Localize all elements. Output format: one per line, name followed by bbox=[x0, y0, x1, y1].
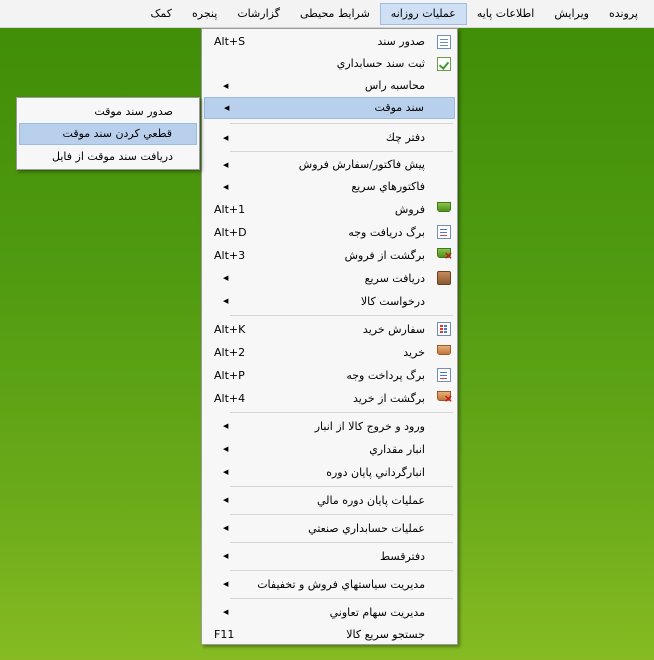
menubar: پرونده ویرایش اطلاعات پایه عملیات روزانه… bbox=[0, 0, 654, 28]
menu-separator bbox=[230, 542, 453, 543]
submenu-arrow-icon: ◀ bbox=[223, 134, 229, 142]
menu-item-cooperative-shares[interactable]: مديريت سهام تعاوني ◀ bbox=[204, 601, 455, 624]
menu-item-receipt-form[interactable]: برگ دريافت وجه Alt+D bbox=[204, 221, 455, 244]
submenu-arrow-icon: ◀ bbox=[223, 183, 229, 191]
menu-separator bbox=[230, 151, 453, 152]
menu-item-goods-request[interactable]: درخواست کالا ◀ bbox=[204, 290, 455, 313]
temporary-voucher-submenu: صدور سند موقت قطعي كردن سند موقت دريافت … bbox=[16, 97, 200, 170]
menu-item-sales[interactable]: فروش Alt+1 bbox=[204, 198, 455, 221]
menu-separator bbox=[230, 514, 453, 515]
menubar-item-window[interactable]: پنجره bbox=[182, 3, 227, 25]
menubar-item-daily-operations[interactable]: عملیات روزانه bbox=[379, 2, 467, 25]
menu-item-purchase[interactable]: خريد Alt+2 bbox=[204, 341, 455, 364]
green-basket-icon bbox=[437, 202, 451, 212]
menu-item-payment-form[interactable]: برگ پرداخت وجه Alt+P bbox=[204, 364, 455, 387]
menu-item-industrial-accounting[interactable]: عمليات حسابداري صنعتي ◀ bbox=[204, 517, 455, 540]
daily-operations-menu: صدور سند Alt+S ثبت سند حسابداري محاسبه ر… bbox=[201, 28, 458, 645]
menu-item-fiscal-period-end[interactable]: عمليات پايان دوره مالي ◀ bbox=[204, 489, 455, 512]
submenu-arrow-icon: ◀ bbox=[223, 161, 229, 169]
submenu-arrow-icon: ◀ bbox=[223, 552, 229, 560]
submenu-arrow-icon: ◀ bbox=[223, 496, 229, 504]
menu-item-register-accounting-voucher[interactable]: ثبت سند حسابداري bbox=[204, 53, 455, 75]
menu-item-quick-goods-search[interactable]: جستجو سريع کالا F11 bbox=[204, 624, 455, 646]
menu-separator bbox=[230, 315, 453, 316]
menu-item-quick-receipt[interactable]: دريافت سريع ◀ bbox=[204, 267, 455, 290]
submenu-arrow-icon: ◀ bbox=[224, 104, 230, 112]
menu-item-proforma-invoice[interactable]: پيش فاكتور/سفارش فروش ◀ bbox=[204, 154, 455, 176]
submenu-arrow-icon: ◀ bbox=[223, 524, 229, 532]
menu-separator bbox=[230, 486, 453, 487]
payment-icon bbox=[437, 368, 451, 382]
receipt-icon bbox=[437, 225, 451, 239]
menu-item-purchase-order[interactable]: سفارش خريد Alt+K bbox=[204, 318, 455, 341]
menu-item-temporary-voucher[interactable]: سند موقت ◀ bbox=[204, 97, 455, 119]
menubar-item-environment[interactable]: شرایط محیطی bbox=[290, 3, 380, 25]
submenu-arrow-icon: ◀ bbox=[223, 422, 229, 430]
menubar-item-reports[interactable]: گزارشات bbox=[227, 3, 290, 25]
menu-separator bbox=[230, 598, 453, 599]
document-check-icon bbox=[437, 57, 451, 71]
submenu-arrow-icon: ◀ bbox=[223, 82, 229, 90]
menu-item-purchase-return[interactable]: برگشت از خريد Alt+4 bbox=[204, 387, 455, 410]
menu-item-issue-voucher[interactable]: صدور سند Alt+S bbox=[204, 31, 455, 53]
menu-item-warehouse-in-out[interactable]: ورود و خروج کالا از انبار ◀ bbox=[204, 415, 455, 438]
brown-basket-icon bbox=[437, 345, 451, 355]
menu-separator bbox=[230, 412, 453, 413]
green-basket-return-icon bbox=[437, 248, 453, 261]
menu-item-installment-book[interactable]: دفترقسط ◀ bbox=[204, 545, 455, 568]
submenu-item-finalize-temporary-voucher[interactable]: قطعي كردن سند موقت bbox=[19, 123, 197, 145]
submenu-arrow-icon: ◀ bbox=[223, 608, 229, 616]
menu-separator bbox=[230, 570, 453, 571]
menu-item-checkbook[interactable]: دفتر چك ◀ bbox=[204, 127, 455, 149]
submenu-arrow-icon: ◀ bbox=[223, 580, 229, 588]
calculator-icon bbox=[437, 271, 451, 285]
menu-item-due-date-calculation[interactable]: محاسبه راس ◀ bbox=[204, 75, 455, 97]
checklist-icon bbox=[437, 322, 451, 336]
submenu-arrow-icon: ◀ bbox=[223, 468, 229, 476]
submenu-arrow-icon: ◀ bbox=[223, 445, 229, 453]
submenu-arrow-icon: ◀ bbox=[223, 274, 229, 282]
menu-item-period-end-stocktaking[interactable]: انبارگرداني پايان دوره ◀ bbox=[204, 461, 455, 484]
menubar-item-base-info[interactable]: اطلاعات پایه bbox=[467, 3, 545, 25]
menu-item-quick-invoices[interactable]: فاكتورهاي سريع ◀ bbox=[204, 176, 455, 198]
menu-item-sales-return[interactable]: برگشت از فروش Alt+3 bbox=[204, 244, 455, 267]
menubar-item-file[interactable]: پرونده bbox=[599, 3, 648, 25]
menubar-item-edit[interactable]: ویرایش bbox=[544, 3, 599, 25]
submenu-item-issue-temporary-voucher[interactable]: صدور سند موقت bbox=[19, 100, 197, 123]
menu-item-sales-policy-management[interactable]: مديريت سياستهاي فروش و تخفيفات ◀ bbox=[204, 573, 455, 596]
submenu-item-import-temporary-voucher-from-file[interactable]: دريافت سند موقت از فايل bbox=[19, 145, 197, 168]
brown-basket-return-icon bbox=[437, 391, 453, 404]
document-icon bbox=[437, 35, 451, 49]
menu-separator bbox=[230, 123, 453, 124]
menubar-item-help[interactable]: کمک bbox=[141, 3, 182, 25]
menu-item-quantity-warehouse[interactable]: انبار مقداري ◀ bbox=[204, 438, 455, 461]
submenu-arrow-icon: ◀ bbox=[223, 297, 229, 305]
